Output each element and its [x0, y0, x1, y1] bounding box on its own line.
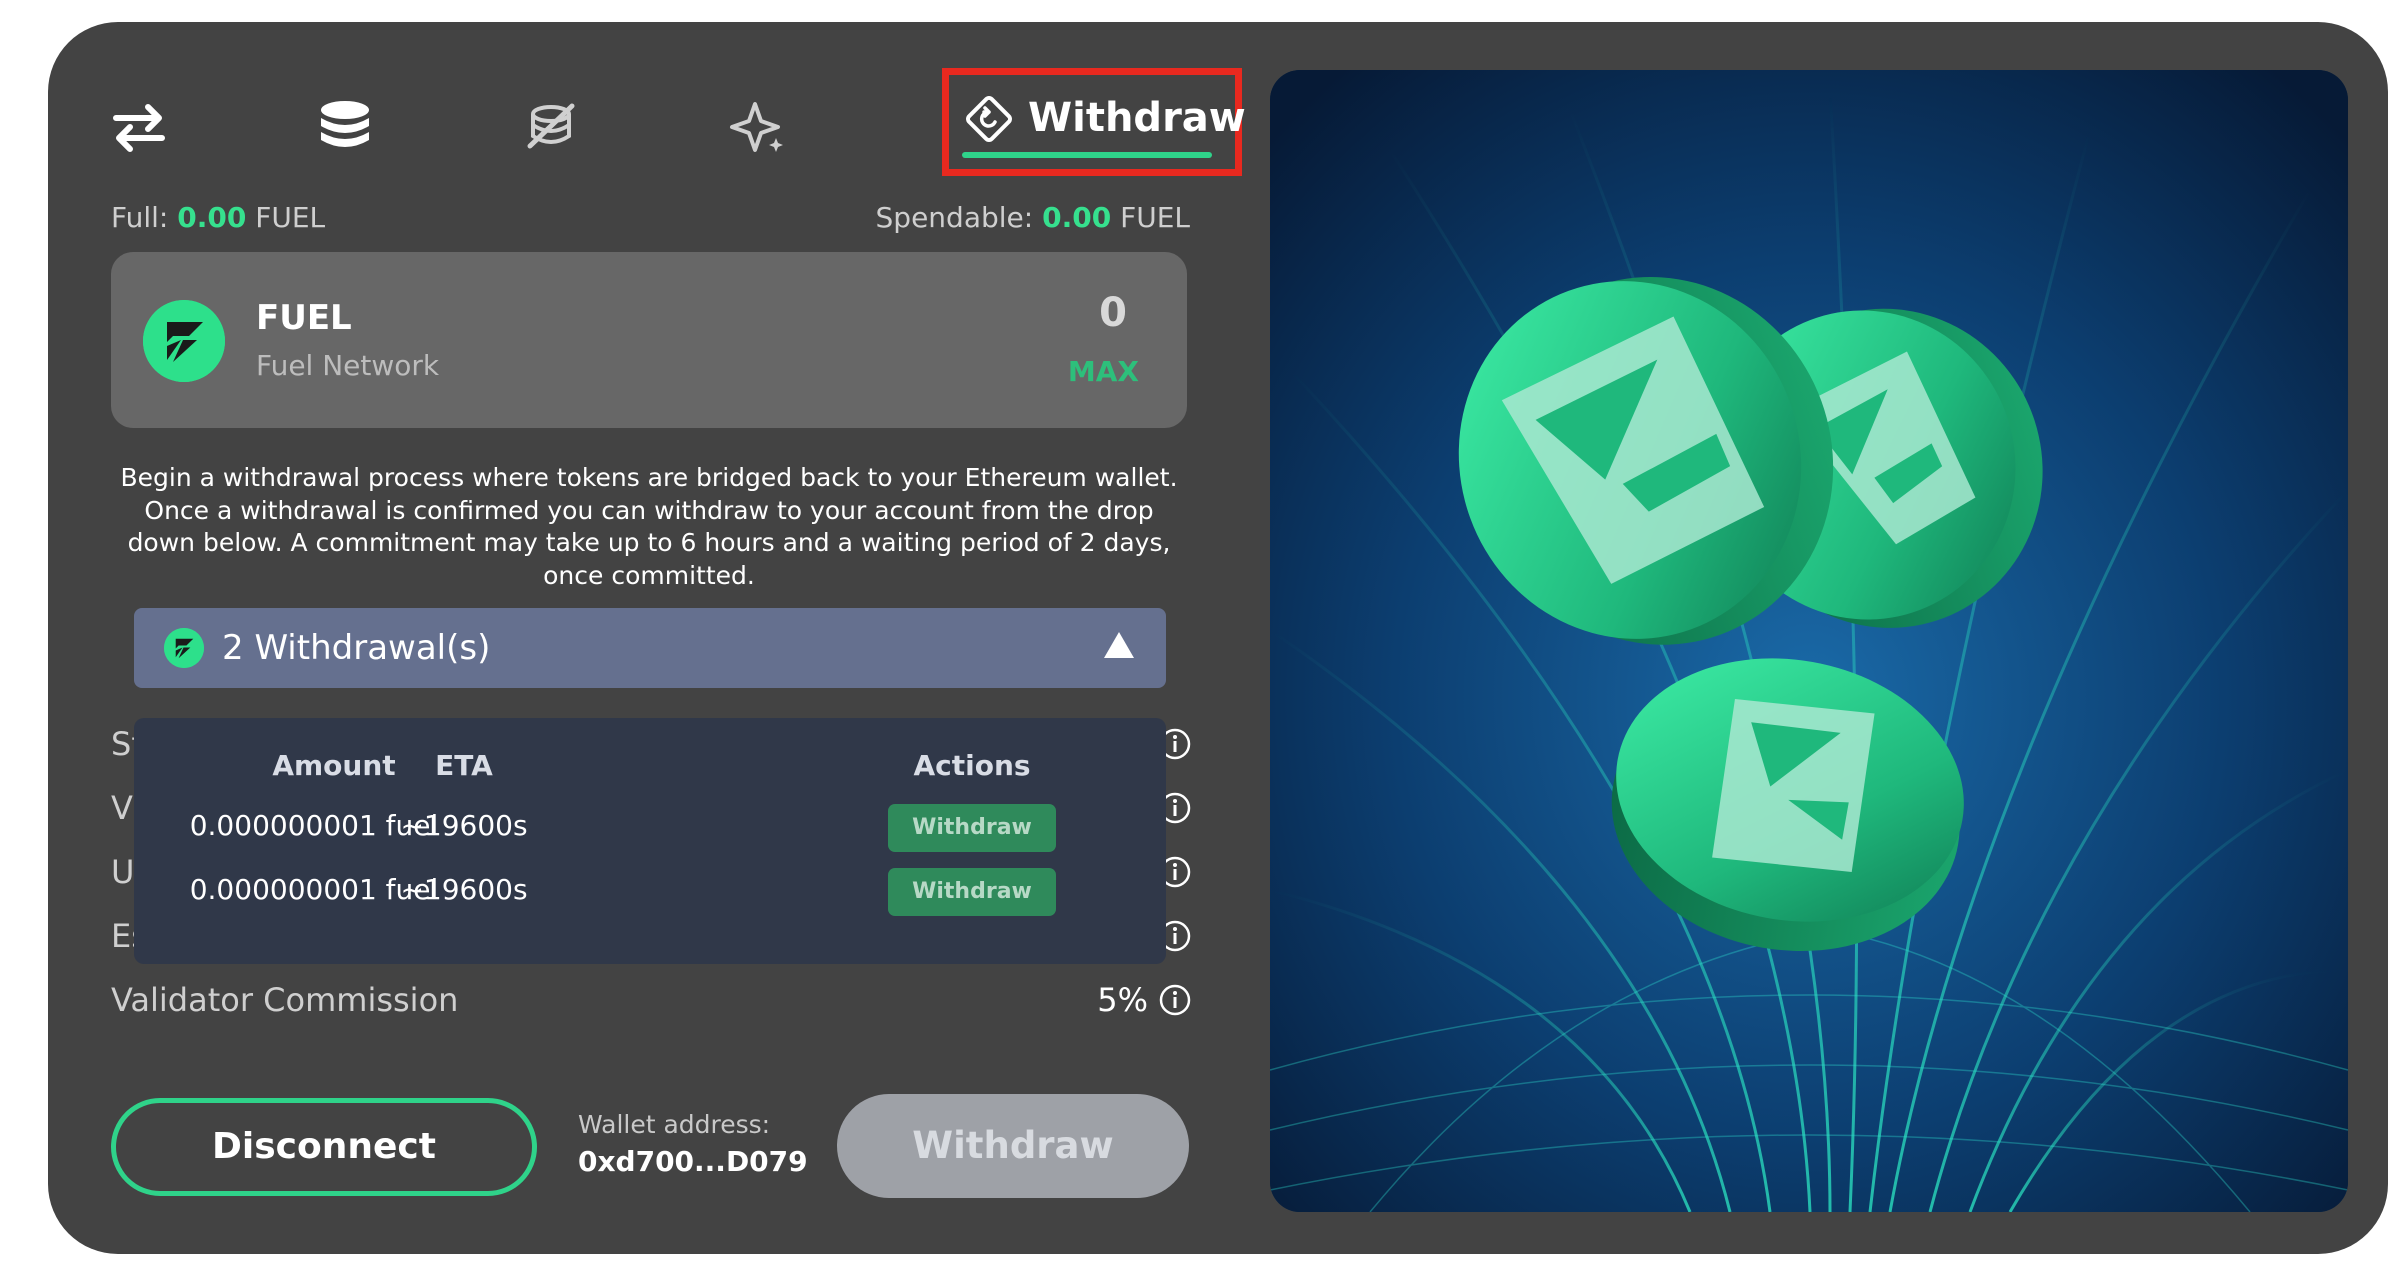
row-withdraw-button[interactable]: Withdraw — [888, 804, 1056, 852]
max-button[interactable]: MAX — [1068, 352, 1139, 392]
withdraw-button[interactable]: Withdraw — [837, 1094, 1189, 1198]
staking-card: Withdraw Full: 0.00 FUEL Spendable: 0.00… — [48, 22, 2388, 1254]
withdraw-diamond-icon — [962, 92, 1016, 146]
info-icon[interactable] — [1158, 983, 1192, 1017]
fuel-logo-icon — [143, 300, 225, 382]
withdraw-description: Begin a withdrawal process where tokens … — [120, 463, 1178, 590]
spendable-balance: Spendable: 0.00 FUEL — [876, 198, 1190, 238]
withdrawals-count-label: 2 Withdrawal(s) — [222, 628, 491, 668]
spendable-balance-label: Spendable: — [875, 201, 1034, 234]
full-balance-label: Full: — [111, 201, 169, 234]
caret-up-icon[interactable] — [1104, 632, 1134, 658]
no-coins-icon[interactable] — [516, 92, 586, 162]
full-balance: Full: 0.00 FUEL — [111, 198, 325, 238]
spendable-balance-value: 0.00 — [1042, 201, 1112, 234]
fuel-coins-illustration — [1270, 70, 2348, 1212]
detail-row-label-3: U — [111, 853, 135, 891]
token-name: FUEL — [256, 298, 352, 338]
full-balance-unit: FUEL — [255, 201, 326, 234]
validator-commission-label: Validator Commission — [111, 981, 459, 1019]
fuel-logo-icon — [164, 628, 204, 668]
wallet-address-label: Wallet address: — [578, 1110, 771, 1139]
validator-commission-value: 5% — [1097, 981, 1148, 1019]
tab-withdraw-label: Withdraw — [1028, 95, 1246, 141]
sparkle-star-icon[interactable] — [722, 92, 792, 162]
row-eta: ~19600s — [400, 873, 528, 906]
tab-withdraw[interactable]: Withdraw — [942, 68, 1246, 176]
amount-input[interactable]: 0 — [1099, 286, 1127, 340]
swap-arrows-icon[interactable] — [104, 92, 174, 162]
column-header-actions: Actions — [913, 749, 1031, 782]
disconnect-button[interactable]: Disconnect — [111, 1098, 537, 1196]
token-network: Fuel Network — [256, 349, 440, 382]
coin-stack-icon[interactable] — [310, 92, 380, 162]
column-header-eta: ETA — [435, 749, 493, 782]
active-tab-underline — [962, 152, 1212, 158]
withdrawals-table: Amount ETA Actions 0.000000001 fuel ~196… — [134, 718, 1166, 964]
withdrawals-dropdown[interactable]: 2 Withdrawal(s) — [134, 608, 1166, 688]
wallet-address: 0xd700...D079 — [578, 1145, 808, 1178]
full-balance-value: 0.00 — [177, 201, 247, 234]
spendable-balance-unit: FUEL — [1120, 201, 1190, 234]
detail-row-label-2: V — [111, 789, 133, 827]
token-amount-card[interactable]: FUEL Fuel Network 0 MAX — [111, 252, 1187, 428]
row-eta: ~19600s — [400, 809, 528, 842]
row-withdraw-button[interactable]: Withdraw — [888, 868, 1056, 916]
